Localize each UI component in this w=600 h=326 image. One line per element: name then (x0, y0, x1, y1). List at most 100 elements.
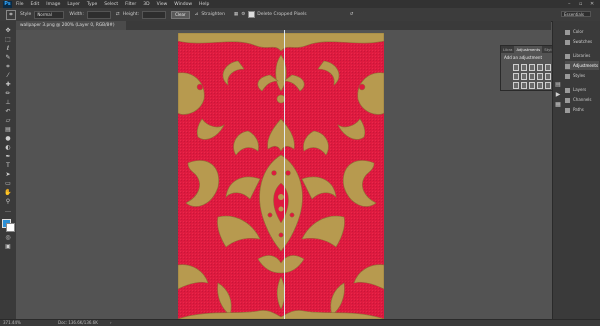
selective-color-icon[interactable] (545, 82, 551, 89)
hue-saturation-icon[interactable] (513, 73, 519, 80)
workspace-switcher[interactable]: Essentials (561, 11, 591, 17)
menu-window[interactable]: Window (174, 2, 192, 7)
crop-tool-icon[interactable]: ⌗ (3, 63, 13, 71)
swap-icon[interactable]: ⇄ (116, 12, 120, 17)
pen-tool-icon[interactable]: ✒ (3, 153, 13, 161)
menu-file[interactable]: File (16, 2, 24, 7)
adjustment-icons-row-3 (501, 82, 553, 89)
style-select[interactable]: Normal (34, 10, 65, 19)
lasso-tool-icon[interactable]: ℓ (3, 45, 13, 53)
status-arrow-icon[interactable]: › (110, 320, 112, 326)
posterize-icon[interactable] (521, 82, 527, 89)
height-input[interactable] (142, 10, 167, 19)
damask-pattern (178, 33, 384, 319)
paths-icon (565, 107, 570, 113)
threshold-icon[interactable] (529, 82, 535, 89)
healing-tool-icon[interactable]: ✚ (3, 81, 13, 89)
maximize-icon[interactable]: ▫ (579, 1, 582, 7)
menu-filter[interactable]: Filter (125, 2, 136, 7)
reset-icon[interactable]: ↺ (350, 12, 354, 17)
menu-3d[interactable]: 3D (143, 2, 149, 7)
invert-icon[interactable] (513, 82, 519, 89)
marquee-tool-icon[interactable]: ⬚ (3, 36, 13, 44)
menu-image[interactable]: Image (46, 2, 60, 7)
photo-filter-icon[interactable] (537, 73, 543, 80)
dock-item-adjustments[interactable]: Adjustments (565, 61, 599, 70)
menu-edit[interactable]: Edit (31, 2, 40, 7)
menu-help[interactable]: Help (199, 2, 209, 7)
eyedropper-tool-icon[interactable]: ⁄ (3, 72, 13, 80)
hand-tool-icon[interactable]: ✋ (3, 189, 13, 197)
vibrance-icon[interactable] (545, 64, 551, 71)
photoshop-logo: Ps (3, 0, 12, 8)
play-actions-icon[interactable]: ▶ (554, 91, 562, 99)
straighten-label: Straighten (201, 12, 225, 17)
styles-icon (565, 73, 570, 79)
clone-stamp-tool-icon[interactable]: ⊥ (3, 99, 13, 107)
path-select-tool-icon[interactable]: ➤ (3, 171, 13, 179)
type-tool-icon[interactable]: T (3, 162, 13, 170)
brush-tool-icon[interactable]: ✏ (3, 90, 13, 98)
width-input[interactable] (86, 10, 111, 19)
edit-toolbar-icon[interactable]: … (3, 207, 13, 215)
dodge-tool-icon[interactable]: ◐ (3, 144, 13, 152)
menu-select[interactable]: Select (104, 2, 118, 7)
delete-cropped-checkbox[interactable] (248, 11, 256, 18)
width-label: Width: (69, 12, 84, 17)
collapsed-panel-strip: ▤ ▶ ▦ (552, 21, 563, 319)
menu-type[interactable]: Type (87, 2, 97, 7)
dock-item-channels[interactable]: Channels (565, 95, 599, 104)
history-panel-icon[interactable]: ▤ (554, 81, 562, 89)
add-adjustment-label: Add an adjustment (504, 55, 543, 60)
document-tab[interactable]: wallpaper 3.png @ 200% (Layer 0, RGB/8#) (16, 21, 126, 30)
document-tab-bar: wallpaper 3.png @ 200% (Layer 0, RGB/8#) (16, 21, 551, 30)
dock-item-libraries[interactable]: Libraries (565, 51, 599, 60)
shape-tool-icon[interactable]: ▭ (3, 180, 13, 188)
menu-view[interactable]: View (157, 2, 168, 7)
curves-icon[interactable] (529, 64, 535, 71)
grid-overlay-icon[interactable]: ▦ (234, 12, 238, 17)
straighten-icon[interactable]: ⊿ (195, 12, 199, 17)
history-brush-tool-icon[interactable]: ↶ (3, 108, 13, 116)
options-bar: ⌗ Style Normal Width: ⇄ Height: Clear ⊿ … (0, 8, 600, 22)
vertical-guide-line[interactable] (284, 30, 285, 319)
levels-icon[interactable] (521, 64, 527, 71)
document-canvas[interactable] (178, 33, 384, 319)
dock-item-color[interactable]: Color (565, 27, 599, 36)
properties-panel-icon[interactable]: ▦ (554, 101, 562, 109)
gradient-map-icon[interactable] (537, 82, 543, 89)
crop-tool-icon[interactable]: ⌗ (6, 9, 16, 20)
close-icon[interactable]: ✕ (590, 1, 594, 7)
black-white-icon[interactable] (529, 73, 535, 80)
delete-cropped-label: Delete Cropped Pixels (257, 12, 307, 17)
tab-libraries[interactable]: Libra (501, 46, 514, 53)
dock-item-paths[interactable]: Paths (565, 105, 599, 114)
menu-layer[interactable]: Layer (67, 2, 80, 7)
libraries-icon (565, 53, 570, 59)
blur-tool-icon[interactable]: ● (3, 135, 13, 143)
gear-icon[interactable]: ⚙ (241, 12, 245, 17)
brightness-contrast-icon[interactable] (513, 64, 519, 71)
zoom-tool-icon[interactable]: ⚲ (3, 198, 13, 206)
quick-mask-icon[interactable]: ◎ (3, 234, 13, 242)
tab-adjustments[interactable]: Adjustments (514, 46, 543, 53)
clear-button[interactable]: Clear (171, 10, 190, 19)
zoom-level[interactable]: 371.44% (3, 320, 21, 326)
channels-icon (565, 97, 570, 103)
quick-select-tool-icon[interactable]: ✎ (3, 54, 13, 62)
dock-item-layers[interactable]: Layers (565, 85, 599, 94)
dock-item-styles[interactable]: Styles (565, 71, 599, 80)
eraser-tool-icon[interactable]: ▱ (3, 117, 13, 125)
right-panel-dock: Color Swatches Libraries Adjustments Sty… (563, 21, 600, 319)
exposure-icon[interactable] (537, 64, 543, 71)
channel-mixer-icon[interactable] (545, 73, 551, 80)
background-color-swatch[interactable] (6, 223, 15, 232)
move-tool-icon[interactable]: ✥ (3, 27, 13, 35)
dock-item-swatches[interactable]: Swatches (565, 37, 599, 46)
swatches-icon (565, 39, 570, 45)
screen-mode-icon[interactable]: ▣ (3, 243, 13, 251)
color-balance-icon[interactable] (521, 73, 527, 80)
adjustments-panel: Libra Adjustments Styles Add an adjustme… (500, 45, 556, 91)
gradient-tool-icon[interactable]: ▤ (3, 126, 13, 134)
minimize-icon[interactable]: – (568, 1, 571, 7)
